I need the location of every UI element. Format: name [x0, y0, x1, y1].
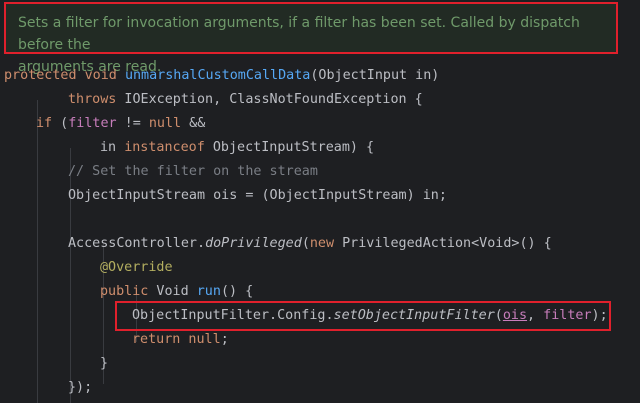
keyword: protected [4, 68, 77, 83]
code-line-2: throws IOException, ClassNotFoundExcepti… [68, 88, 423, 112]
field-ref: filter [68, 116, 117, 131]
code-line-13: }); [68, 376, 92, 400]
keyword: return [132, 332, 181, 347]
keyword: new [309, 236, 335, 251]
code-text: ObjectInputStream ois = (ObjectInputStre… [68, 188, 447, 203]
keyword: instanceof [124, 140, 205, 155]
keyword: void [84, 68, 117, 83]
keyword: throws [68, 92, 117, 107]
code-line-5: // Set the filter on the stream [68, 160, 318, 184]
method-call-highlight [115, 301, 611, 331]
code-text: in [100, 140, 125, 155]
code-text: Void [148, 284, 197, 299]
code-line-3: if (filter != null && [36, 112, 205, 136]
code-text: PrivilegedAction<Void>() { [334, 236, 552, 251]
code-text: ObjectInputStream) { [204, 140, 375, 155]
code-line-11: return null; [132, 328, 229, 352]
indent-guide-1 [37, 100, 38, 403]
code-text: ; [220, 332, 229, 347]
code-line-8: @Override [100, 256, 173, 280]
static-method: doPrivileged [205, 236, 302, 251]
keyword: public [100, 284, 149, 299]
javadoc-line-1: Sets a filter for invocation arguments, … [18, 15, 580, 53]
code-text: } [100, 356, 109, 371]
code-text: && [181, 116, 206, 131]
code-text: != [116, 116, 149, 131]
keyword: null [148, 116, 182, 131]
code-text: (ObjectInput in) [310, 68, 440, 83]
annotation: @Override [100, 260, 173, 275]
code-line-6: ObjectInputStream ois = (ObjectInputStre… [68, 184, 447, 208]
code-line-1: protected void unmarshalCustomCallData(O… [4, 64, 439, 88]
line-comment: // Set the filter on the stream [68, 164, 318, 179]
keyword: null [180, 332, 221, 347]
code-text: () { [220, 284, 254, 299]
code-line-4: in instanceof ObjectInputStream) { [100, 136, 374, 160]
code-text: ( [301, 236, 310, 251]
code-line-12: } [100, 352, 108, 376]
code-text: }); [68, 380, 93, 395]
code-text: ( [52, 116, 69, 131]
keyword: if [36, 116, 53, 131]
javadoc-comment-highlight: Sets a filter for invocation arguments, … [4, 2, 618, 75]
method-name: unmarshalCustomCallData [124, 68, 311, 83]
code-line-7: AccessController.doPrivileged(new Privil… [68, 232, 552, 256]
method-name: run [196, 284, 221, 299]
code-text: IOException, ClassNotFoundException { [116, 92, 423, 107]
code-text: AccessController. [68, 236, 206, 251]
